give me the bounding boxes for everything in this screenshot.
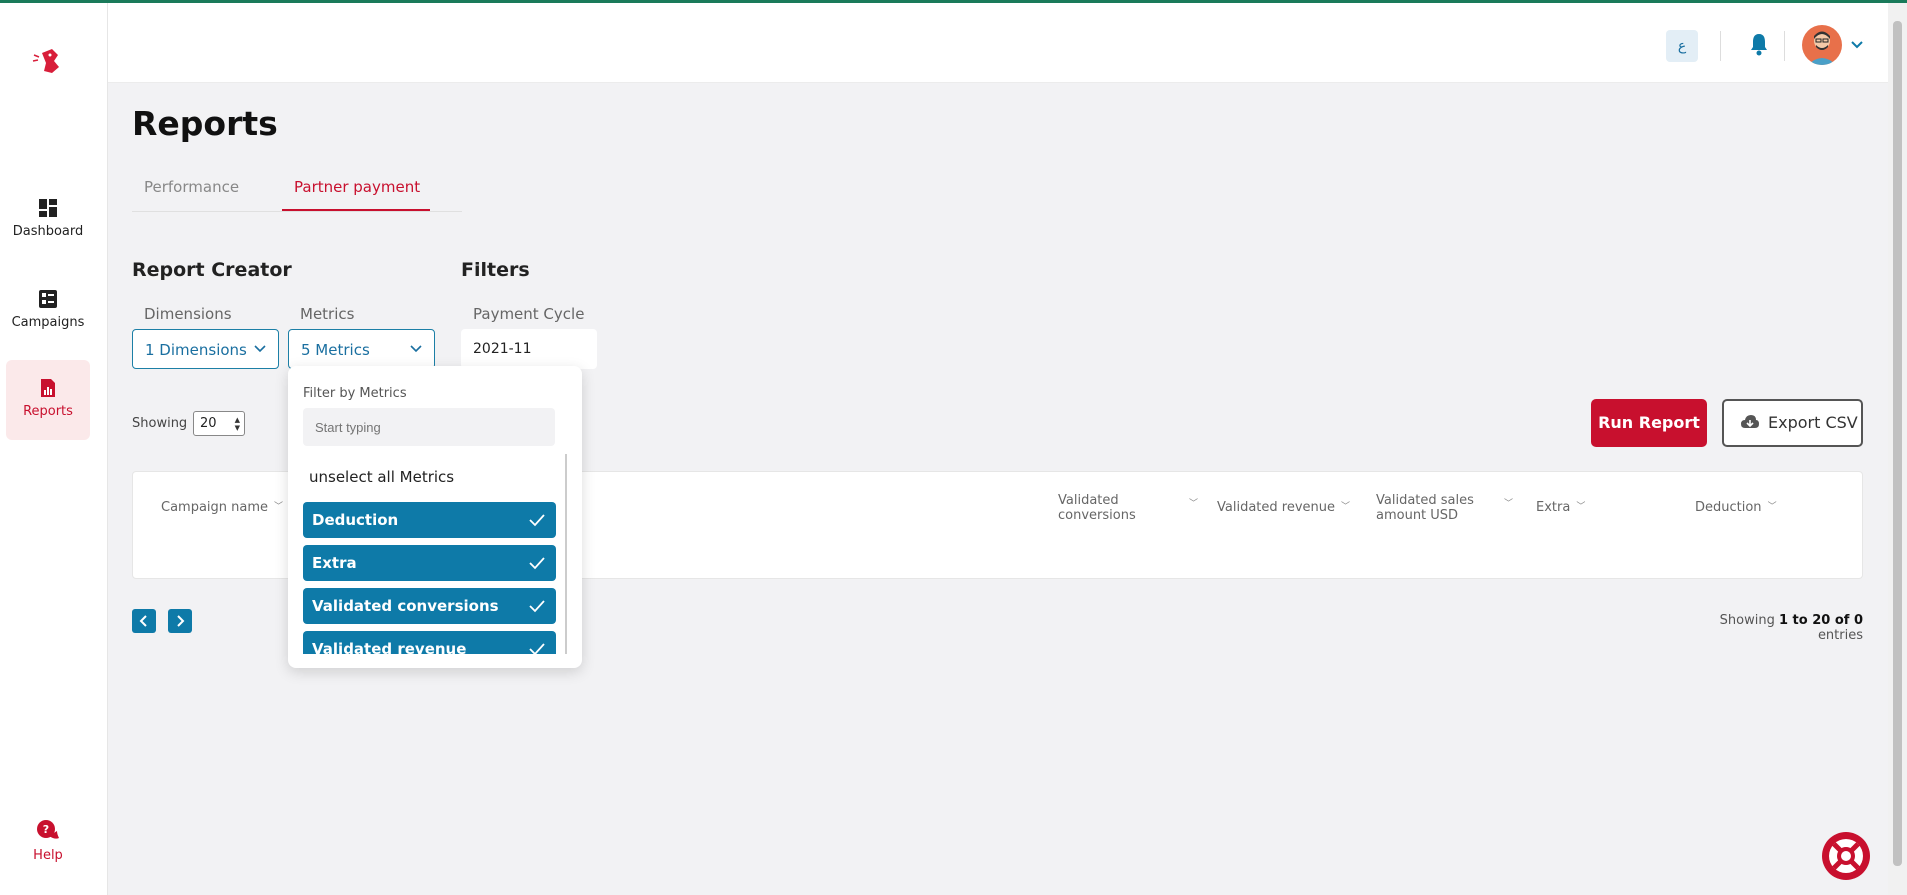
chevron-down-icon[interactable] bbox=[1850, 39, 1864, 51]
sort-chevron-icon: ﹀ bbox=[1504, 499, 1514, 509]
dimensions-label: Dimensions bbox=[144, 305, 232, 323]
column-header-extra[interactable]: Extra ﹀ bbox=[1536, 500, 1585, 515]
check-icon bbox=[529, 643, 545, 654]
page-scrollbar[interactable] bbox=[1888, 3, 1907, 895]
showing-label: Showing bbox=[132, 416, 188, 431]
sort-chevron-icon: ﹀ bbox=[1576, 502, 1586, 512]
sidebar: Dashboard Campaigns Reports ? Help bbox=[0, 3, 108, 895]
metrics-value: 5 Metrics bbox=[301, 341, 370, 359]
campaigns-icon bbox=[39, 290, 57, 308]
metrics-select[interactable]: 5 Metrics bbox=[288, 329, 435, 369]
scrollbar-thumb[interactable] bbox=[1893, 21, 1902, 866]
sidebar-item-campaigns[interactable]: Campaigns bbox=[6, 271, 90, 351]
export-csv-label: Export CSV bbox=[1768, 413, 1858, 432]
cloud-download-icon bbox=[1741, 415, 1759, 428]
sort-chevron-icon: ﹀ bbox=[1189, 499, 1199, 509]
language-toggle-button[interactable]: ع bbox=[1666, 30, 1698, 62]
next-page-button[interactable] bbox=[168, 609, 192, 633]
chevron-down-icon bbox=[410, 345, 422, 353]
metrics-option-list: unselect all Metrics Deduction Extra Val… bbox=[303, 454, 561, 654]
filter-by-metrics-label: Filter by Metrics bbox=[303, 386, 407, 401]
check-icon bbox=[529, 514, 545, 527]
chevron-right-icon bbox=[177, 615, 185, 627]
dropdown-scrollbar[interactable] bbox=[565, 454, 567, 654]
filters-title: Filters bbox=[461, 259, 530, 281]
stepper-arrows-icon[interactable]: ▲ ▼ bbox=[235, 416, 240, 432]
reports-icon bbox=[41, 379, 55, 397]
sort-chevron-icon: ﹀ bbox=[1767, 502, 1777, 512]
previous-page-button[interactable] bbox=[132, 609, 156, 633]
tab-partner-payment[interactable]: Partner payment bbox=[294, 178, 420, 196]
tab-performance[interactable]: Performance bbox=[144, 178, 239, 196]
metrics-search-input[interactable] bbox=[303, 408, 555, 446]
user-avatar[interactable] bbox=[1802, 25, 1842, 65]
metric-option-extra[interactable]: Extra bbox=[303, 545, 556, 581]
lifebuoy-support-icon[interactable] bbox=[1820, 830, 1872, 882]
dashboard-icon bbox=[39, 199, 57, 217]
sort-chevron-icon: ﹀ bbox=[1341, 502, 1351, 512]
header-divider bbox=[1784, 31, 1785, 61]
help-button[interactable]: ? Help bbox=[22, 818, 74, 863]
brand-logo-icon[interactable] bbox=[28, 41, 68, 81]
top-header: ع bbox=[108, 3, 1888, 83]
chevron-left-icon bbox=[139, 615, 147, 627]
page-size-stepper[interactable]: 20 ▲ ▼ bbox=[193, 411, 245, 436]
sidebar-item-reports[interactable]: Reports bbox=[6, 360, 90, 440]
dimensions-value: 1 Dimensions bbox=[145, 341, 247, 359]
run-report-button[interactable]: Run Report bbox=[1591, 399, 1707, 447]
page-size-value: 20 bbox=[200, 416, 217, 431]
unselect-all-metrics-link[interactable]: unselect all Metrics bbox=[309, 468, 454, 486]
export-csv-button[interactable]: Export CSV bbox=[1722, 399, 1863, 447]
metrics-dropdown: Filter by Metrics unselect all Metrics D… bbox=[288, 366, 582, 668]
column-header-validated-revenue[interactable]: Validated revenue ﹀ bbox=[1217, 500, 1350, 515]
column-header-deduction[interactable]: Deduction ﹀ bbox=[1695, 500, 1777, 515]
report-creator-title: Report Creator bbox=[132, 259, 292, 281]
column-header-campaign-name[interactable]: Campaign name ﹀ bbox=[161, 500, 283, 515]
metric-option-validated-conversions[interactable]: Validated conversions bbox=[303, 588, 556, 624]
help-label: Help bbox=[33, 848, 63, 863]
sidebar-item-label: Dashboard bbox=[12, 224, 84, 239]
notification-bell-icon[interactable] bbox=[1748, 32, 1770, 56]
sidebar-item-label: Reports bbox=[23, 404, 73, 419]
help-icon: ? bbox=[37, 820, 59, 839]
sort-chevron-icon: ﹀ bbox=[274, 502, 284, 512]
sidebar-item-label: Campaigns bbox=[11, 315, 85, 330]
svg-text:?: ? bbox=[43, 823, 49, 836]
entries-summary: Showing 1 to 20 of 0 entries bbox=[1719, 613, 1863, 643]
header-divider bbox=[1720, 31, 1721, 61]
active-tab-indicator bbox=[282, 209, 430, 211]
dimensions-select[interactable]: 1 Dimensions bbox=[132, 329, 279, 369]
check-icon bbox=[529, 557, 545, 570]
check-icon bbox=[529, 600, 545, 613]
column-header-validated-sales-amount-usd[interactable]: Validated sales amount USD ﹀ bbox=[1376, 493, 1513, 523]
metric-option-validated-revenue[interactable]: Validated revenue bbox=[303, 631, 556, 654]
metrics-label: Metrics bbox=[300, 305, 355, 323]
chevron-down-icon bbox=[254, 345, 266, 353]
page-title: Reports bbox=[132, 104, 278, 143]
payment-cycle-select[interactable]: 2021-11 bbox=[461, 329, 597, 369]
payment-cycle-label: Payment Cycle bbox=[473, 305, 585, 323]
metric-option-deduction[interactable]: Deduction bbox=[303, 502, 556, 538]
sidebar-item-dashboard[interactable]: Dashboard bbox=[6, 180, 90, 260]
report-tabs: Performance Partner payment bbox=[132, 170, 462, 212]
column-header-validated-conversions[interactable]: Validated conversions ﹀ bbox=[1058, 493, 1198, 523]
